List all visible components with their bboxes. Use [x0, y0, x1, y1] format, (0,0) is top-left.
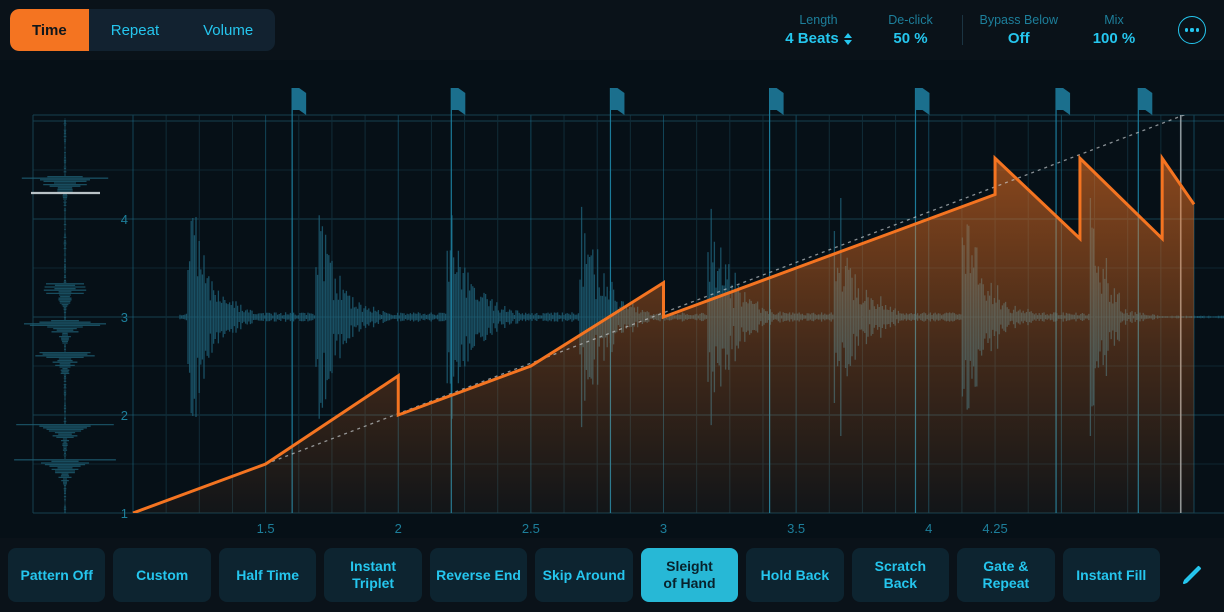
preset-instant-triplet[interactable]: Instant Triplet — [324, 548, 422, 602]
stepper-chevrons-icon[interactable] — [843, 32, 852, 45]
more-dot-icon — [1196, 28, 1200, 32]
param-bypass-below-label: Bypass Below — [979, 12, 1058, 27]
param-length-label: Length — [799, 12, 838, 27]
param-mix-label: Mix — [1104, 12, 1124, 27]
mode-segmented-control[interactable]: Time Repeat Volume — [10, 9, 276, 51]
preset-half-time[interactable]: Half Time — [218, 548, 317, 602]
param-mix[interactable]: Mix 100 % — [1068, 12, 1160, 49]
param-mix-value: 100 % — [1092, 29, 1136, 47]
param-declick[interactable]: De-click 50 % — [864, 12, 956, 49]
tab-time[interactable]: Time — [10, 9, 89, 51]
preset-bar: Pattern Off Custom Half Time Instant Trip… — [0, 538, 1224, 612]
param-divider — [962, 15, 964, 45]
preset-scratch-back[interactable]: Scratch Back — [851, 548, 950, 602]
preset-hold-back[interactable]: Hold Back — [746, 548, 844, 602]
transient-shifter-plugin: Time Repeat Volume Length 4 Beats De-cli… — [0, 0, 1224, 612]
param-length-value: 4 Beats — [785, 29, 839, 47]
more-dot-icon — [1184, 28, 1188, 32]
preset-skip-around[interactable]: Skip Around — [535, 548, 633, 602]
preset-sleight-of-hand[interactable]: Sleight of Hand — [640, 548, 739, 602]
preset-gate-repeat[interactable]: Gate & Repeat — [957, 548, 1055, 602]
pencil-icon — [1182, 565, 1202, 585]
y-tick-label: 1 — [121, 506, 128, 521]
x-tick-label: 1.5 — [257, 521, 275, 536]
tab-repeat[interactable]: Repeat — [89, 9, 181, 51]
y-tick-label: 4 — [121, 212, 128, 227]
y-tick-label: 3 — [121, 310, 128, 325]
x-tick-label: 3 — [660, 521, 667, 536]
preset-custom[interactable]: Custom — [113, 548, 211, 602]
x-tick-label: 2 — [395, 521, 402, 536]
x-tick-label: 3.5 — [787, 521, 805, 536]
more-options-button[interactable] — [1178, 16, 1206, 44]
param-bypass-below-value: Off — [1007, 29, 1030, 47]
preset-instant-fill[interactable]: Instant Fill — [1062, 548, 1160, 602]
param-declick-value: 50 % — [893, 29, 928, 47]
tab-volume[interactable]: Volume — [181, 9, 275, 51]
more-dot-icon — [1190, 28, 1194, 32]
time-curve-editor[interactable]: Beat 1234 1.522.533.544.25 — [0, 60, 1224, 538]
parameter-group: Length 4 Beats De-click 50 % Bypass Belo… — [772, 0, 1206, 60]
edit-pencil-button[interactable] — [1168, 548, 1216, 602]
param-length-value-row[interactable]: 4 Beats — [785, 29, 852, 49]
x-tick-label: 4.25 — [982, 521, 1007, 536]
x-tick-label: 4 — [925, 521, 932, 536]
param-bypass-below[interactable]: Bypass Below Off — [969, 12, 1068, 49]
param-length[interactable]: Length 4 Beats — [772, 12, 864, 49]
preset-reverse-end[interactable]: Reverse End — [429, 548, 528, 602]
y-tick-label: 2 — [121, 408, 128, 423]
param-declick-label: De-click — [888, 12, 933, 27]
header-bar: Time Repeat Volume Length 4 Beats De-cli… — [0, 0, 1224, 60]
preset-pattern-off[interactable]: Pattern Off — [8, 548, 106, 602]
x-tick-label: 2.5 — [522, 521, 540, 536]
curve-canvas[interactable]: 1 2 3 4 1.5 2 2.5 3 3.5 4 4.25 — [0, 60, 1224, 538]
